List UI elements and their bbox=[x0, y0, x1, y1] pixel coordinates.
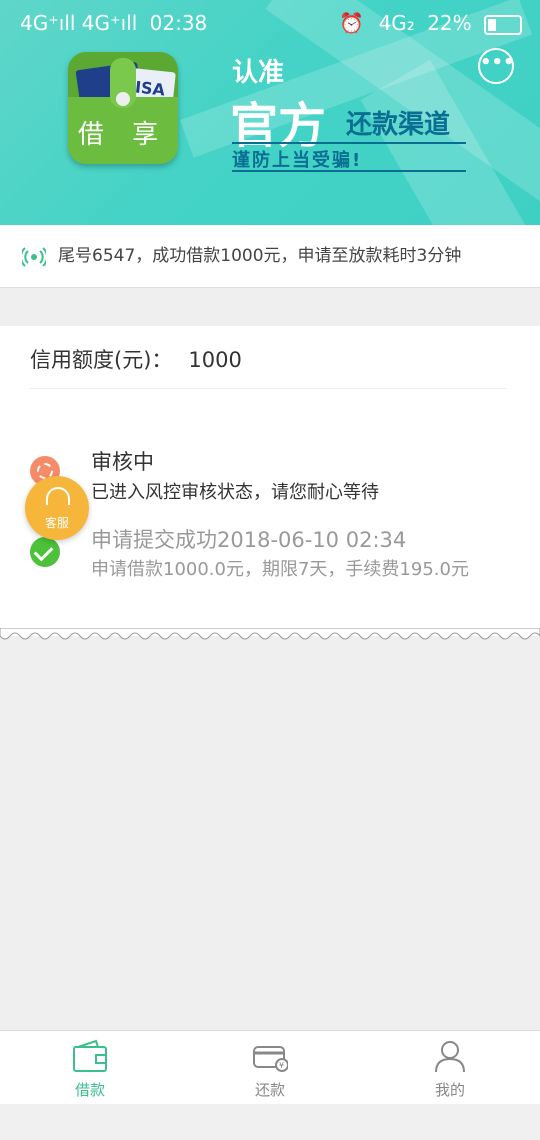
wallet-icon bbox=[73, 1039, 107, 1072]
loan-status-card: 信用额度(元)： 1000 审核中 已进入风控审核状态，请您耐心等待 申请提交成功… bbox=[0, 326, 540, 636]
check-icon bbox=[30, 537, 60, 567]
bottom-spacer bbox=[0, 1104, 540, 1140]
step-desc: 已进入风控审核状态，请您耐心等待 bbox=[91, 482, 379, 503]
step-title: 审核中 bbox=[91, 450, 154, 474]
credit-value: 1000 bbox=[188, 348, 242, 372]
credit-limit: 信用额度(元)： 1000 bbox=[30, 344, 242, 374]
promo-banner: 4G⁺ıll 4G⁺ıll 02:38 ⏰ 4G₂ 22% ISA 借 享 认准… bbox=[0, 0, 540, 225]
signal-indicator: 4G⁺ıll 4G⁺ıll bbox=[20, 11, 138, 35]
step-title: 申请提交成功2018-06-10 02:34 bbox=[91, 528, 407, 552]
divider bbox=[30, 388, 506, 389]
battery-icon bbox=[484, 14, 522, 35]
slogan-top: 认准 bbox=[232, 58, 285, 88]
alarm-icon: ⏰ bbox=[339, 11, 365, 35]
battery-percent: 22% bbox=[427, 11, 472, 35]
bottom-tab-bar: 借款 ¥ 还款 我的 bbox=[0, 1030, 540, 1105]
tab-borrow[interactable]: 借款 bbox=[0, 1031, 180, 1105]
credit-label: 信用额度(元)： bbox=[30, 348, 173, 372]
service-label: 客服 bbox=[44, 516, 69, 530]
notice-text: 尾号6547，成功借款1000元，申请至放款耗时3分钟 bbox=[58, 246, 462, 266]
customer-service-button[interactable]: 客服 bbox=[25, 476, 89, 540]
divider bbox=[232, 170, 466, 172]
wallet-snap bbox=[116, 92, 130, 106]
user-icon bbox=[435, 1041, 465, 1073]
broadcast-icon bbox=[22, 247, 46, 267]
clock: 02:38 bbox=[149, 11, 208, 35]
tab-mine[interactable]: 我的 bbox=[360, 1031, 540, 1105]
tab-repay[interactable]: ¥ 还款 bbox=[180, 1031, 360, 1105]
network-indicator: 4G₂ bbox=[378, 11, 415, 35]
card-edge bbox=[0, 628, 540, 640]
status-bar: 4G⁺ıll 4G⁺ıll 02:38 ⏰ 4G₂ 22% bbox=[0, 0, 540, 46]
logo-text: 借 享 bbox=[77, 120, 169, 150]
tab-label: 借款 bbox=[74, 1081, 105, 1099]
slogan-warning: 谨防上当受骗! bbox=[232, 150, 363, 171]
notice-bar: 尾号6547，成功借款1000元，申请至放款耗时3分钟 bbox=[0, 225, 540, 288]
tab-label: 我的 bbox=[434, 1081, 465, 1099]
slogan-sub: 还款渠道 bbox=[346, 110, 451, 140]
svg-text:¥: ¥ bbox=[279, 1061, 284, 1070]
step-desc: 申请借款1000.0元，期限7天，手续费195.0元 bbox=[91, 559, 469, 580]
more-dots-icon[interactable]: ••• bbox=[478, 48, 515, 84]
divider bbox=[232, 142, 466, 144]
app-logo: ISA 借 享 bbox=[68, 52, 178, 164]
headset-icon bbox=[46, 487, 70, 505]
card-repay-icon: ¥ bbox=[253, 1046, 288, 1072]
tab-label: 还款 bbox=[254, 1081, 285, 1099]
